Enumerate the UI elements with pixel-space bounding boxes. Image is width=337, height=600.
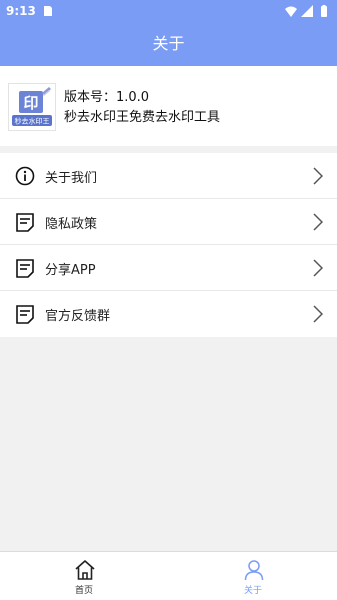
nav-tab-about[interactable]: 关于 [169,552,337,600]
info-icon [15,166,35,186]
bottom-nav: 首页 关于 [0,551,337,600]
menu-item-label: 分享APP [45,263,96,278]
status-bar: 9:13 [0,0,337,22]
signal-icon [301,5,313,17]
menu-item-privacy-policy[interactable]: 隐私政策 [0,199,337,245]
document-icon [16,259,34,278]
nav-tab-home[interactable]: 首页 [0,552,168,600]
menu-item-about-us[interactable]: 关于我们 [0,153,337,199]
chevron-right-icon [313,213,323,231]
menu-item-label: 隐私政策 [45,217,98,232]
battery-icon [321,6,327,17]
status-icons [285,5,327,17]
home-icon [75,560,95,580]
app-info-card: 印 秒去水印王 版本号：1.0.0 秒去水印王免费去水印工具 [0,66,337,146]
document-icon [16,305,34,324]
page-title: 关于 [152,34,185,53]
top-bar: 9:13 关于 [0,0,337,66]
chevron-right-icon [313,167,323,185]
person-icon [244,560,264,581]
app-logo: 印 秒去水印王 [8,83,56,131]
app-name: 秒去水印王免费去水印工具 [64,110,221,125]
menu-item-feedback-group[interactable]: 官方反馈群 [0,291,337,337]
sim-card-icon [44,6,52,16]
chevron-right-icon [313,259,323,277]
document-icon [16,213,34,232]
status-time: 9:13 [6,4,36,18]
nav-tab-label: 首页 [74,586,93,596]
menu-item-label: 官方反馈群 [45,309,111,324]
nav-tab-label: 关于 [243,586,262,596]
menu-item-share-app[interactable]: 分享APP [0,245,337,291]
chevron-right-icon [313,305,323,323]
app-logo-graphic: 印 秒去水印王 [9,84,55,130]
settings-menu: 关于我们 隐私政策 分享APP 官方反馈群 [0,153,337,337]
wifi-icon [285,6,297,17]
logo-glyph: 印 [23,94,38,112]
version-text: 版本号：1.0.0 [64,90,150,105]
logo-caption: 秒去水印王 [15,117,50,126]
menu-item-label: 关于我们 [45,171,98,186]
